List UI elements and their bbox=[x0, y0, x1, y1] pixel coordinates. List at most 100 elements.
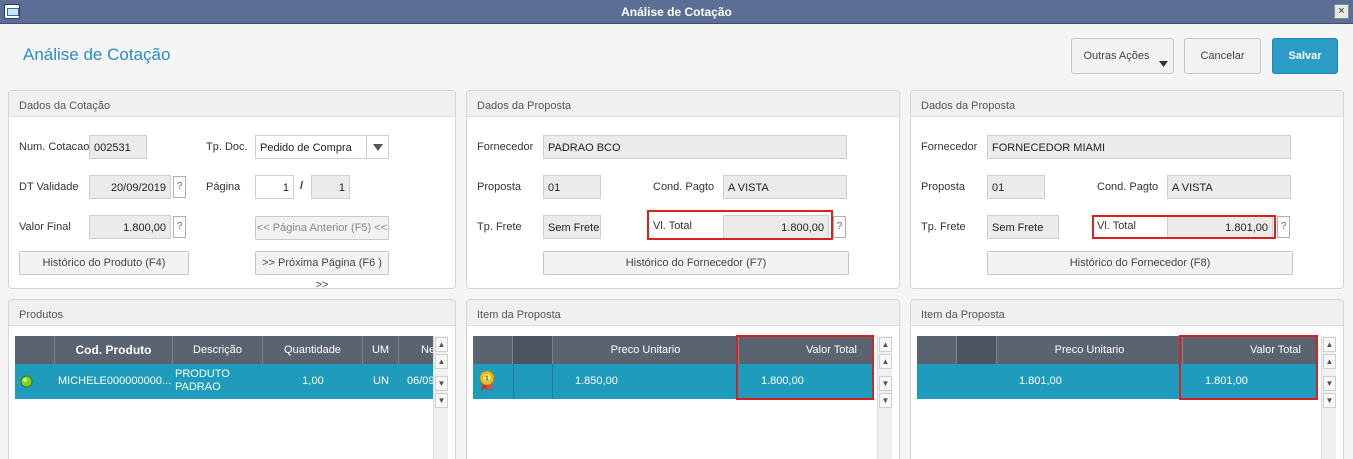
column-header-preco-unitario[interactable]: Preco Unitario bbox=[997, 336, 1183, 364]
descricao-line-2: PADRAO bbox=[175, 381, 221, 393]
dt-validade-label: DT Validade bbox=[19, 181, 79, 193]
num-cotacao-label: Num. Cotacao bbox=[19, 141, 90, 153]
dados-cotacao-panel: Dados da Cotação Num. Cotacao 002531 Tp.… bbox=[8, 90, 456, 289]
help-button[interactable]: ? bbox=[173, 176, 186, 198]
tp-frete-field[interactable]: Sem Frete bbox=[987, 215, 1059, 239]
scrollbar[interactable]: ▲ ▲ ▼ ▼ bbox=[433, 336, 448, 459]
fornecedor-label: Fornecedor bbox=[921, 141, 978, 153]
proxima-pagina-button[interactable]: >> Próxima Página (F6 ) >> bbox=[255, 251, 389, 288]
table-row[interactable]: MICHELE000000000... PRODUTO PADRAO 1,00 … bbox=[15, 364, 433, 399]
descricao-line-1: PRODUTO bbox=[175, 368, 230, 380]
cod-produto-cell: MICHELE000000000... bbox=[58, 375, 172, 387]
historico-fornecedor-button[interactable]: Histórico do Fornecedor (F8) bbox=[987, 251, 1293, 275]
help-button[interactable]: ? bbox=[1277, 216, 1290, 238]
highlight-box bbox=[647, 210, 833, 240]
valor-final-field[interactable]: 1.800,00 bbox=[89, 215, 171, 239]
tp-doc-select[interactable]: Pedido de Compra bbox=[255, 135, 389, 159]
ne-cell: 06/09/ bbox=[407, 375, 433, 387]
cond-pagto-field[interactable]: A VISTA bbox=[723, 175, 847, 199]
proposta-field[interactable]: 01 bbox=[987, 175, 1045, 199]
arrow-down-icon[interactable]: ▼ bbox=[1323, 393, 1336, 408]
fornecedor-field[interactable]: FORNECEDOR MIAMI bbox=[987, 135, 1291, 159]
tp-frete-field[interactable]: Sem Frete bbox=[543, 215, 601, 239]
tp-frete-label: Tp. Frete bbox=[477, 221, 522, 233]
arrow-up-icon[interactable]: ▲ bbox=[1323, 337, 1336, 352]
panel-title: Dados da Proposta bbox=[467, 91, 899, 117]
cond-pagto-field[interactable]: A VISTA bbox=[1167, 175, 1291, 199]
column-header-quantidade[interactable]: Quantidade bbox=[263, 336, 363, 364]
window-title: Análise de Cotação bbox=[621, 5, 732, 19]
preco-unitario-cell: 1.801,00 bbox=[1019, 375, 1062, 387]
arrow-down-icon[interactable]: ▼ bbox=[879, 376, 892, 391]
fornecedor-label: Fornecedor bbox=[477, 141, 534, 153]
column-header-cod-produto[interactable]: Cod. Produto bbox=[55, 336, 173, 364]
scrollbar[interactable]: ▲ ▲ ▼ ▼ bbox=[1321, 336, 1336, 459]
help-button[interactable]: ? bbox=[173, 216, 186, 238]
highlight-box bbox=[1092, 215, 1276, 239]
tp-doc-label: Tp. Doc. bbox=[206, 141, 248, 153]
dados-proposta-1-panel: Dados da Proposta Fornecedor PADRAO BCO … bbox=[466, 90, 900, 289]
cond-pagto-label: Cond. Pagto bbox=[653, 181, 715, 193]
historico-fornecedor-button[interactable]: Histórico do Fornecedor (F7) bbox=[543, 251, 849, 275]
column-header-ne[interactable]: Ne bbox=[399, 336, 433, 364]
salvar-button[interactable]: Salvar bbox=[1272, 38, 1338, 74]
help-button[interactable]: ? bbox=[833, 216, 846, 238]
status-cell bbox=[917, 364, 957, 399]
blank-cell bbox=[513, 364, 553, 399]
column-header-status bbox=[473, 336, 513, 364]
proposta-field[interactable]: 01 bbox=[543, 175, 601, 199]
arrow-up-icon[interactable]: ▲ bbox=[879, 354, 892, 369]
status-cell: 1 bbox=[473, 364, 513, 399]
page-header: Análise de Cotação Outras Ações Cancelar… bbox=[0, 24, 1353, 87]
quantidade-cell: 1,00 bbox=[302, 375, 324, 387]
pagina-total-field: 1 bbox=[311, 175, 350, 199]
highlight-box bbox=[1179, 335, 1318, 400]
panel-title: Dados da Proposta bbox=[911, 91, 1343, 117]
arrow-down-icon[interactable]: ▼ bbox=[879, 393, 892, 408]
dados-proposta-2-panel: Dados da Proposta Fornecedor FORNECEDOR … bbox=[910, 90, 1344, 289]
cancelar-button[interactable]: Cancelar bbox=[1184, 38, 1261, 74]
panel-title: Item da Proposta bbox=[467, 300, 899, 326]
column-header-um[interactable]: UM bbox=[363, 336, 399, 364]
column-header-blank bbox=[957, 336, 997, 364]
page-title: Análise de Cotação bbox=[23, 45, 171, 64]
scrollbar[interactable]: ▲ ▲ ▼ ▼ bbox=[877, 336, 892, 459]
pagina-separator: / bbox=[300, 180, 304, 192]
panel-title: Produtos bbox=[9, 300, 455, 326]
fornecedor-field[interactable]: PADRAO BCO bbox=[543, 135, 847, 159]
valor-final-label: Valor Final bbox=[19, 221, 71, 233]
pagina-anterior-button[interactable]: << Página Anterior (F5) << bbox=[255, 216, 389, 240]
close-icon[interactable]: × bbox=[1334, 4, 1349, 19]
arrow-down-icon[interactable]: ▼ bbox=[435, 393, 448, 408]
caret-down-icon bbox=[1159, 61, 1168, 67]
arrow-up-icon[interactable]: ▲ bbox=[879, 337, 892, 352]
arrow-down-icon[interactable]: ▼ bbox=[1323, 376, 1336, 391]
dt-validade-field[interactable]: 20/09/2019 bbox=[89, 175, 171, 199]
column-header-descricao[interactable]: Descrição bbox=[173, 336, 263, 364]
arrow-up-icon[interactable]: ▲ bbox=[435, 354, 448, 369]
highlight-box bbox=[736, 335, 874, 400]
outras-acoes-button[interactable]: Outras Ações bbox=[1071, 38, 1174, 74]
outras-acoes-label: Outras Ações bbox=[1083, 50, 1150, 62]
tp-doc-value: Pedido de Compra bbox=[260, 142, 352, 154]
caret-down-icon bbox=[373, 144, 383, 151]
window-titlebar: Análise de Cotação × bbox=[0, 0, 1353, 24]
num-cotacao-field[interactable]: 002531 bbox=[89, 135, 147, 159]
arrow-up-icon[interactable]: ▲ bbox=[1323, 354, 1336, 369]
historico-produto-button[interactable]: Histórico do Produto (F4) bbox=[19, 251, 189, 275]
medal-icon: 1 bbox=[479, 370, 495, 391]
green-dot-icon bbox=[20, 375, 33, 388]
column-header-blank bbox=[513, 336, 553, 364]
pagina-input[interactable]: 1 bbox=[255, 175, 294, 199]
tp-frete-label: Tp. Frete bbox=[921, 221, 966, 233]
descricao-cell: PRODUTO PADRAO bbox=[175, 364, 263, 399]
preco-unitario-cell: 1.850,00 bbox=[575, 375, 618, 387]
arrow-up-icon[interactable]: ▲ bbox=[435, 337, 448, 352]
column-header-preco-unitario[interactable]: Preco Unitario bbox=[553, 336, 739, 364]
arrow-down-icon[interactable]: ▼ bbox=[435, 376, 448, 391]
column-header-status bbox=[917, 336, 957, 364]
column-header-status bbox=[15, 336, 55, 364]
status-cell bbox=[15, 364, 55, 399]
produtos-panel: Produtos Cod. Produto Descrição Quantida… bbox=[8, 299, 456, 459]
dropdown-button[interactable] bbox=[366, 136, 388, 158]
